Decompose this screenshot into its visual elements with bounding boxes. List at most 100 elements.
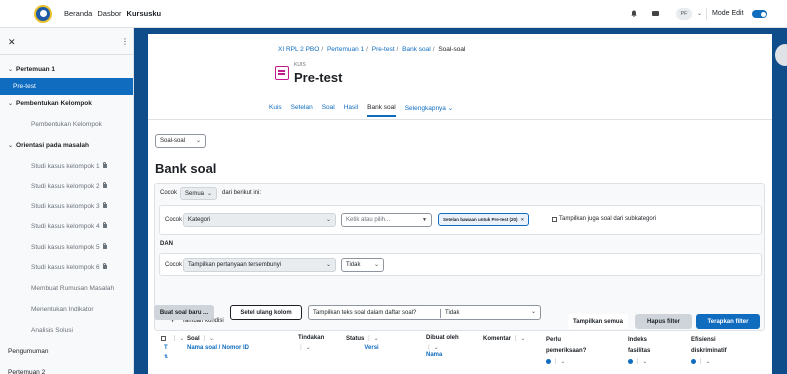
bank-title: Bank soal <box>155 161 217 176</box>
sort-arrows-icon[interactable]: ⇅ <box>164 354 168 360</box>
tab-quiz[interactable]: Kuis <box>269 104 282 117</box>
tab-results[interactable]: Hasil <box>344 104 358 117</box>
condition-match-label: Cocok <box>165 217 183 223</box>
navbar-divider <box>706 8 707 20</box>
quiz-icon <box>275 66 289 80</box>
category-search-input[interactable]: Ketik atau pilih... ▼ <box>341 213 432 227</box>
block-drawer-toggle[interactable] <box>775 44 787 66</box>
more-options-icon[interactable]: ⋮ <box>121 37 129 46</box>
chevron-down-icon: ⌄ <box>206 191 212 197</box>
chevron-down-icon[interactable]: ⌄ <box>697 10 702 17</box>
drawer-item[interactable]: Studi kasus kelompok 4 <box>0 221 133 230</box>
question-bank-page-select[interactable]: Soal-soal ⌄ <box>155 134 206 148</box>
drawer-item[interactable]: Pengumuman <box>0 348 133 355</box>
chevron-down-icon[interactable]: ⌄ <box>8 67 13 73</box>
info-icon <box>546 358 551 364</box>
chevron-down-icon: ⌄ <box>195 138 201 144</box>
selected-category-chip[interactable]: Setelan bawaan untuk Pre-test (20) ✕ <box>438 213 530 226</box>
column-discrimination[interactable]: Efisiensi diskriminatif ⋮ ⌄ <box>691 335 746 368</box>
drawer-item-label: Studi kasus kelompok 1 <box>31 163 100 170</box>
nav-link-dashboard[interactable]: Dasbor <box>97 9 121 18</box>
drawer-divider <box>0 54 133 55</box>
drawer-item[interactable]: Studi kasus kelompok 5 <box>0 242 133 251</box>
select-all-checkbox[interactable] <box>161 336 166 341</box>
match-mode-select[interactable]: Semua ⌄ <box>180 187 217 200</box>
column-comment[interactable]: Komentar ⋮ ⌄ <box>483 335 525 342</box>
drawer-item-label: Studi kasus kelompok 5 <box>31 244 100 251</box>
nav-link-home[interactable]: Beranda <box>64 9 92 18</box>
create-new-question-button[interactable]: Buat soal baru ... <box>154 305 214 320</box>
tab-settings[interactable]: Setelan <box>291 104 313 117</box>
tab-questions[interactable]: Soal <box>322 104 335 117</box>
nav-link-my-courses[interactable]: Kursusku <box>127 9 162 18</box>
site-logo[interactable] <box>34 4 52 23</box>
breadcrumb-item[interactable]: Bank soal <box>402 46 431 53</box>
drawer-item-label: Pembentukan Kelompok <box>31 121 102 128</box>
lock-icon <box>102 201 107 208</box>
top-navbar: Beranda Dasbor Kursusku PF ⌄ Mode Edit <box>0 0 787 28</box>
tab-more[interactable]: Selengkapnya ⌄ <box>405 104 453 117</box>
condition-field-select[interactable]: Kategori ⌄ <box>183 213 336 227</box>
drawer-item[interactable]: Menentukan Indikator <box>0 306 133 313</box>
condition-hidden: Cocok Tampilkan pertanyaan tersembunyi ⌄ … <box>159 253 762 276</box>
drawer-item[interactable]: ⌄ Pertemuan 1 <box>0 66 133 73</box>
hidden-value-select[interactable]: Tidak ⌄ <box>341 258 384 272</box>
drawer-item-label: Studi kasus kelompok 3 <box>31 203 100 210</box>
chevron-down-icon: ⌄ <box>373 262 379 268</box>
show-question-text-select[interactable]: Tampilkan teks soal dalam daftar soal? T… <box>308 305 541 320</box>
drawer-item[interactable]: ⌄ Orientasi pada masalah <box>0 142 133 149</box>
drawer-item[interactable]: Membuat Rumusan Masalah <box>0 285 133 292</box>
drawer-item[interactable]: Pertemuan 2 <box>0 369 133 374</box>
drawer-item-label: Membuat Rumusan Masalah <box>31 285 115 292</box>
close-icon[interactable]: ✕ <box>8 37 16 48</box>
column-question[interactable]: Soal ⋮ ⌄ Nama soal / Nomor ID <box>187 335 249 351</box>
drawer-item-label: Pertemuan 2 <box>8 369 46 374</box>
drawer-item[interactable]: ⌄ Pembentukan Kelompok <box>0 100 133 107</box>
breadcrumb-item[interactable]: Pertemuan 1 <box>327 46 364 53</box>
chevron-down-icon[interactable]: ⌄ <box>8 101 13 107</box>
info-icon <box>691 358 696 364</box>
drawer-item[interactable]: Studi kasus kelompok 3 <box>0 201 133 210</box>
include-subcategories-checkbox[interactable] <box>552 217 557 222</box>
lock-icon <box>102 161 107 168</box>
lock-icon <box>102 242 107 249</box>
drawer-item[interactable]: Studi kasus kelompok 1 <box>0 161 133 170</box>
drawer-item[interactable]: Pre-test <box>0 78 133 95</box>
clear-filters-button[interactable]: Hapus filter <box>635 314 692 329</box>
page-frame-right <box>772 28 787 374</box>
and-label: DAN <box>160 241 173 247</box>
column-status[interactable]: Status ⋮ ⌄ Versi <box>346 335 379 351</box>
column-question-sub[interactable]: Nama soal / Nomor ID <box>187 345 249 351</box>
reset-columns-button[interactable]: Setel ulang kolom <box>230 305 302 320</box>
course-index-drawer: ✕ ⋮ ⌄ Pertemuan 1 Pre-test ⌄ Pembentukan Kel… <box>0 28 134 374</box>
condition-field-select[interactable]: Tampilkan pertanyaan tersembunyi ⌄ <box>183 258 336 272</box>
column-created-by[interactable]: Dibuat oleh ⋮ ⌄ Nama <box>426 335 459 358</box>
column-needs-checking[interactable]: Perlu pemeriksaan? ⋮ ⌄ <box>546 335 596 368</box>
user-avatar[interactable]: PF <box>676 8 692 20</box>
breadcrumb-item[interactable]: Pre-test <box>372 46 395 53</box>
secondary-navigation: Kuis Setelan Soal Hasil Bank soal Seleng… <box>269 104 453 117</box>
messages-icon[interactable] <box>652 11 659 16</box>
chevron-down-icon: ⌄ <box>325 262 331 268</box>
apply-filters-button[interactable]: Terapkan filter <box>696 314 760 329</box>
drawer-item[interactable]: Pembentukan Kelompok <box>0 121 133 128</box>
drawer-item[interactable]: Studi kasus kelompok 6 <box>0 262 133 271</box>
edit-mode-label: Mode Edit <box>712 10 744 17</box>
edit-mode-toggle[interactable] <box>752 10 767 18</box>
tab-question-bank[interactable]: Bank soal <box>367 104 396 117</box>
drawer-item[interactable]: Studi kasus kelompok 2 <box>0 181 133 190</box>
column-facility-index[interactable]: Indeks fasilitas ⋮ ⌄ <box>628 335 668 368</box>
breadcrumb-item[interactable]: XI RPL 2 PBO <box>278 46 319 53</box>
page-frame-left <box>134 28 148 374</box>
main-content: XI RPL 2 PBO / Pertemuan 1/ Pre-test / Ban… <box>148 34 772 374</box>
lock-icon <box>102 221 107 228</box>
notification-bell-icon[interactable] <box>631 10 637 17</box>
sort-type-icon[interactable]: T <box>164 345 168 351</box>
drawer-item-label: Studi kasus kelompok 6 <box>31 264 100 271</box>
breadcrumb-current: Soal-soal <box>438 46 466 53</box>
chevron-down-icon[interactable]: ⌄ <box>8 143 13 149</box>
drawer-item[interactable]: Analisis Solusi <box>0 327 133 334</box>
match-label: Cocok <box>160 190 178 196</box>
condition-match-label: Cocok <box>165 262 183 268</box>
show-all-button[interactable]: Tampilkan semua <box>568 314 628 329</box>
